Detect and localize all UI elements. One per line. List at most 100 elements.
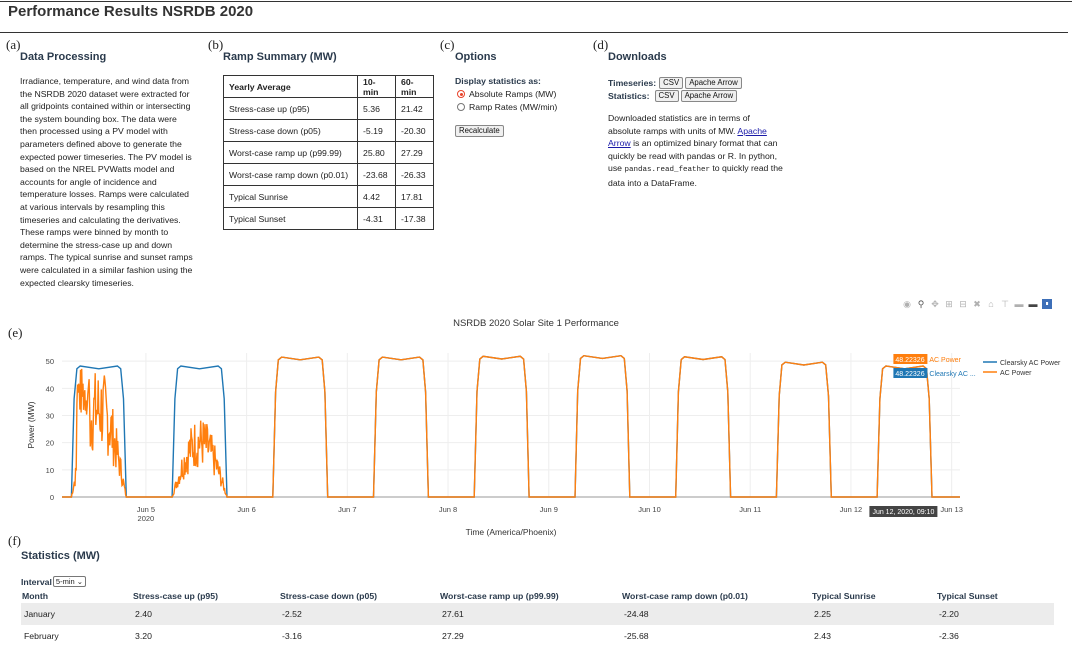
table-cell: 2.43 — [814, 631, 831, 641]
table-cell: -25.68 — [624, 631, 649, 641]
options-title: Options — [455, 51, 497, 63]
y-tick-label: 30 — [46, 411, 54, 420]
statistics-arrow-button[interactable]: Apache Arrow — [680, 90, 738, 102]
stats-header-sunset: Typical Sunset — [937, 591, 998, 601]
timeseries-csv-button[interactable]: CSV — [659, 77, 684, 89]
stats-header-sunrise: Typical Sunrise — [812, 591, 876, 601]
recalculate-button[interactable]: Recalculate — [455, 125, 504, 137]
pan-icon[interactable]: ✥ — [930, 299, 940, 309]
table-cell: -23.68 — [357, 163, 396, 186]
table-cell: 4.42 — [357, 185, 396, 208]
paragraph-line: determine the stress-case up and down — [20, 239, 173, 250]
paragraph-line: based on the NREL PVWatts model and — [20, 164, 175, 175]
ramp-header-10min: 10-min — [357, 75, 396, 98]
stats-header-stress-up: Stress-case up (p95) — [133, 591, 218, 601]
spike-lines-icon[interactable]: ⊤ — [1000, 299, 1010, 309]
downloads-description: Downloaded statistics are in terms of ab… — [608, 112, 798, 190]
apache-arrow-link-cont[interactable]: Arrow — [608, 138, 631, 148]
panel-label-a: (a) — [6, 37, 21, 52]
interval-select[interactable]: 5-min ⌄ — [52, 576, 87, 587]
stats-header-stress-down: Stress-case down (p05) — [280, 591, 378, 601]
table-row: February 3.20 -3.16 27.29 -25.68 2.43 -2… — [21, 625, 1054, 647]
table-cell: -17.38 — [395, 207, 434, 230]
table-cell: January — [21, 603, 132, 625]
statistics-csv-button[interactable]: CSV — [654, 90, 679, 102]
paragraph-line: accounts for angle of incidence and — [20, 176, 157, 187]
table-row: Worst-case ramp up (p99.99) 25.80 27.29 — [223, 141, 434, 164]
legend-label-clearsky: Clearsky AC Power — [1000, 360, 1061, 367]
y-tick-label: 40 — [46, 384, 54, 393]
zoom-in-icon[interactable]: ⊞ — [944, 299, 954, 309]
performance-chart[interactable]: 0 10 20 30 40 50 Jun 5 Jun 6 Jun 7 Jun 8 Jun 9 Jun … — [0, 345, 1072, 540]
hover-closest-icon[interactable]: ▬ — [1014, 299, 1024, 309]
paragraph-line: parameters defined above to generate the — [20, 138, 182, 149]
downloads-text: to quickly read the — [712, 163, 783, 174]
paragraph-line: Irradiance, temperature, and wind data f… — [20, 76, 190, 86]
x-tick-label: Jun 13 — [940, 505, 963, 514]
zoom-icon[interactable]: ⚲ — [916, 299, 926, 309]
paragraph-line: all gridpoints contained within or inter… — [20, 101, 191, 112]
downloads-line: Arrow is an optimized binary format that… — [608, 137, 798, 150]
x-tick-label: Jun 7 — [338, 505, 356, 514]
apache-arrow-link[interactable]: Apache — [737, 126, 766, 136]
ramp-summary-header: Yearly Average 10-min 60-min — [223, 75, 434, 98]
series-line-clearsky-ac-power — [62, 354, 960, 498]
chart-modebar: ◉ ⚲ ✥ ⊞ ⊟ ✖ ⌂ ⊤ ▬ ▬ ∎ — [902, 299, 1052, 309]
x-tick-label: Jun 8 — [439, 505, 457, 514]
legend-label-ac-power: AC Power — [1000, 370, 1032, 377]
hover-value-orange: 48.22326 — [895, 357, 924, 364]
statistics-title: Statistics (MW) — [21, 550, 100, 562]
table-cell: -3.16 — [282, 631, 302, 641]
paragraph-line: at various intervals by resampling this — [20, 201, 165, 212]
camera-icon[interactable]: ◉ — [902, 299, 912, 309]
table-cell: -2.20 — [936, 603, 1054, 625]
radio-button-unselected[interactable] — [457, 103, 465, 111]
interval-control: Interval 5-min ⌄ — [21, 576, 87, 587]
table-cell: 25.80 — [357, 141, 396, 164]
radio-ramp-rates[interactable]: Ramp Rates (MW/min) — [457, 101, 557, 113]
table-cell: 27.29 — [442, 631, 464, 641]
reset-axes-icon[interactable]: ⌂ — [986, 299, 996, 309]
downloads-line: use pandas.read_feather to quickly read … — [608, 162, 798, 177]
table-cell: 27.61 — [439, 603, 621, 625]
autoscale-icon[interactable]: ✖ — [972, 299, 982, 309]
table-row: Typical Sunset -4.31 -17.38 — [223, 207, 434, 230]
hover-x-label: Jun 12, 2020, 09:10 — [872, 509, 934, 516]
table-cell: -24.48 — [621, 603, 811, 625]
timeseries-download-row: Timeseries: CSV Apache Arrow — [608, 77, 742, 89]
statistics-download-row: Statistics: CSV Apache Arrow — [608, 90, 738, 102]
stats-header-worst-down: Worst-case ramp down (p0.01) — [622, 591, 748, 601]
interval-value: 5-min — [55, 577, 75, 586]
downloads-line: Downloaded statistics are in terms of — [608, 113, 750, 123]
x-tick-label: Jun 11 — [739, 505, 761, 514]
code-snippet: pandas.read_feather — [624, 166, 710, 175]
radio-absolute-ramps[interactable]: Absolute Ramps (MW) — [457, 88, 556, 100]
downloads-line: absolute ramps with units of MW. Apache — [608, 125, 798, 138]
plotly-logo-icon[interactable]: ∎ — [1042, 299, 1052, 309]
panel-label-d: (d) — [593, 37, 609, 52]
paragraph-line: the NSRDB 2020 dataset were extracted fo… — [20, 88, 190, 99]
table-row: Stress-case down (p05) -5.19 -20.30 — [223, 119, 434, 142]
radio-button-selected[interactable] — [457, 90, 465, 98]
table-cell: -2.36 — [939, 631, 959, 641]
downloads-text: absolute ramps with units of MW. — [608, 125, 736, 136]
timeseries-arrow-button[interactable]: Apache Arrow — [685, 77, 742, 89]
interval-label: Interval — [21, 576, 52, 587]
hover-compare-icon[interactable]: ▬ — [1028, 299, 1038, 309]
table-cell: Typical Sunset — [223, 207, 358, 230]
chevron-down-icon: ⌄ — [76, 577, 84, 586]
table-cell: 5.36 — [357, 97, 396, 120]
table-cell: -26.33 — [395, 163, 434, 186]
hover-label-blue: Clearsky AC ... — [929, 371, 975, 378]
paragraph-line: the system bounding box. The data were — [20, 113, 177, 124]
statistics-label: Statistics: — [608, 91, 650, 101]
ramp-summary-table: Yearly Average 10-min 60-min Stress-case… — [223, 75, 434, 230]
table-cell: February — [24, 631, 59, 641]
timeseries-label: Timeseries: — [608, 78, 657, 88]
data-processing-title: Data Processing — [20, 51, 107, 63]
table-cell: -20.30 — [395, 119, 434, 142]
paragraph-line: ramps. The typical sunrise and sunset ra… — [20, 252, 193, 263]
ramp-header-period: Yearly Average — [223, 75, 358, 98]
zoom-out-icon[interactable]: ⊟ — [958, 299, 968, 309]
display-stats-label: Display statistics as: — [455, 76, 541, 86]
